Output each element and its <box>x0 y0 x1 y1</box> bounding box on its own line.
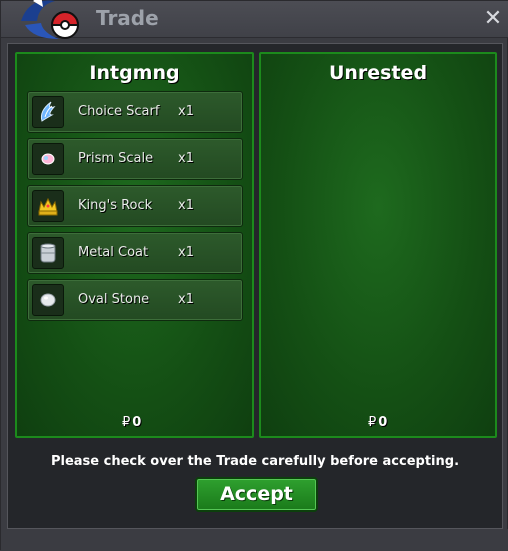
pokeball-logo-icon <box>21 0 80 39</box>
trade-item-row[interactable]: Choice Scarf x1 <box>27 91 243 133</box>
item-name: Prism Scale <box>78 151 154 166</box>
trade-item-row[interactable]: King's Rock x1 <box>27 185 243 227</box>
item-name: King's Rock <box>78 198 153 213</box>
trade-panel-left: Intgmng Choice Scarf x1 Prism Scale x1 K… <box>15 52 254 438</box>
item-quantity: x1 <box>178 104 194 119</box>
right-player-name: Unrested <box>328 62 428 84</box>
money-amount: 0 <box>378 415 388 430</box>
item-name: Choice Scarf <box>78 104 160 119</box>
accept-button[interactable]: Accept <box>195 477 318 512</box>
trade-item-row[interactable]: Oval Stone x1 <box>27 279 243 321</box>
window-footer <box>1 529 508 551</box>
close-icon: ✕ <box>483 6 503 31</box>
prism-scale-icon <box>41 153 55 165</box>
item-name: Metal Coat <box>78 245 149 260</box>
metal-coat-icon <box>40 243 56 263</box>
trade-window: Trade ✕ Intgmng Choice Scarf x1 Prism Sc… <box>0 0 508 551</box>
kings-rock-icon <box>38 197 58 216</box>
money-amount: 0 <box>132 415 142 430</box>
trade-item-row[interactable]: Prism Scale x1 <box>27 138 243 180</box>
item-quantity: x1 <box>178 292 194 307</box>
item-quantity: x1 <box>178 198 194 213</box>
currency-symbol: ₽ <box>122 415 131 430</box>
right-money: ₽0 <box>368 415 387 430</box>
left-money: ₽0 <box>122 415 141 430</box>
item-quantity: x1 <box>178 245 194 260</box>
left-player-name: Intgmng <box>89 62 180 84</box>
item-quantity: x1 <box>178 151 194 166</box>
window-title: Trade <box>96 6 159 30</box>
item-name: Oval Stone <box>78 292 150 307</box>
trade-notice: Please check over the Trade carefully be… <box>50 454 460 469</box>
oval-stone-icon <box>40 293 56 307</box>
choice-scarf-icon <box>40 101 56 122</box>
trade-panel-right: Unrested ₽0 <box>259 52 497 438</box>
title-bar[interactable]: Trade ✕ <box>1 0 508 39</box>
close-button[interactable]: ✕ <box>481 7 505 31</box>
trade-item-row[interactable]: Metal Coat x1 <box>27 232 243 274</box>
currency-symbol: ₽ <box>368 415 377 430</box>
